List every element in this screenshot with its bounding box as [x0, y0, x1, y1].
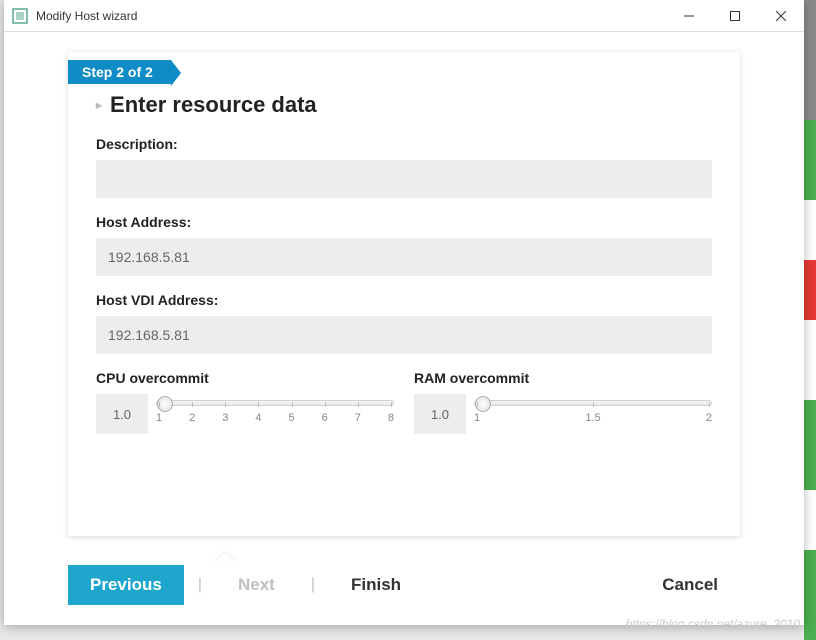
heading-arrow-icon: ▸ — [96, 98, 102, 112]
slider-tick: 2 — [189, 412, 195, 424]
separator: | — [311, 576, 315, 594]
cancel-button[interactable]: Cancel — [640, 565, 740, 605]
ram-slider-ticks: 11.52 — [474, 412, 712, 424]
slider-tick: 1.5 — [585, 412, 600, 424]
slider-tick: 1 — [474, 412, 480, 424]
ram-overcommit-group: RAM overcommit 1.0 11.52 — [414, 370, 712, 434]
cpu-slider-ticks: 1 2 3 4 5 6 7 8 — [156, 412, 394, 424]
maximize-button[interactable] — [712, 0, 758, 32]
host-vdi-group: Host VDI Address: — [96, 292, 712, 354]
wizard-footer: Previous | Next | Finish Cancel — [4, 545, 804, 625]
wizard-heading-text: Enter resource data — [110, 92, 317, 118]
slider-tick: 1 — [156, 412, 162, 424]
wizard-panel: Step 2 of 2 ▸ Enter resource data Descri… — [68, 52, 740, 536]
ram-slider-label: RAM overcommit — [414, 370, 712, 386]
host-address-input[interactable] — [96, 238, 712, 276]
slider-tick: 6 — [322, 412, 328, 424]
wizard-content: Step 2 of 2 ▸ Enter resource data Descri… — [4, 32, 804, 545]
slider-tick: 7 — [355, 412, 361, 424]
description-label: Description: — [96, 136, 712, 152]
host-address-group: Host Address: — [96, 214, 712, 276]
window-title: Modify Host wizard — [36, 9, 666, 23]
cpu-slider-value: 1.0 — [96, 394, 148, 434]
titlebar-buttons — [666, 0, 804, 32]
host-vdi-input[interactable] — [96, 316, 712, 354]
description-group: Description: — [96, 136, 712, 198]
wizard-heading: ▸ Enter resource data — [96, 92, 712, 118]
slider-row: CPU overcommit 1.0 1 2 3 4 5 6 7 8 — [96, 370, 712, 434]
ram-slider-value: 1.0 — [414, 394, 466, 434]
host-vdi-label: Host VDI Address: — [96, 292, 712, 308]
cpu-slider-label: CPU overcommit — [96, 370, 394, 386]
finish-button[interactable]: Finish — [329, 565, 423, 605]
titlebar: Modify Host wizard — [4, 0, 804, 32]
footer-nav-buttons: Previous | Next | Finish — [68, 565, 423, 605]
active-button-indicator-icon — [213, 553, 237, 565]
cpu-overcommit-group: CPU overcommit 1.0 1 2 3 4 5 6 7 8 — [96, 370, 394, 434]
watermark: https://blog.csdn.net/azure_2010 — [626, 617, 800, 631]
slider-tick: 3 — [222, 412, 228, 424]
slider-tick: 8 — [388, 412, 394, 424]
wizard-window: Modify Host wizard Step 2 of 2 ▸ Enter r… — [4, 0, 804, 625]
description-input[interactable] — [96, 160, 712, 198]
minimize-button[interactable] — [666, 0, 712, 32]
step-badge: Step 2 of 2 — [68, 60, 171, 84]
slider-tick: 5 — [289, 412, 295, 424]
next-button: Next — [216, 565, 297, 605]
window-icon — [12, 8, 28, 24]
separator: | — [198, 576, 202, 594]
close-button[interactable] — [758, 0, 804, 32]
slider-tick: 2 — [706, 412, 712, 424]
background-strips — [804, 0, 816, 639]
slider-tick: 4 — [255, 412, 261, 424]
host-address-label: Host Address: — [96, 214, 712, 230]
previous-button[interactable]: Previous — [68, 565, 184, 605]
